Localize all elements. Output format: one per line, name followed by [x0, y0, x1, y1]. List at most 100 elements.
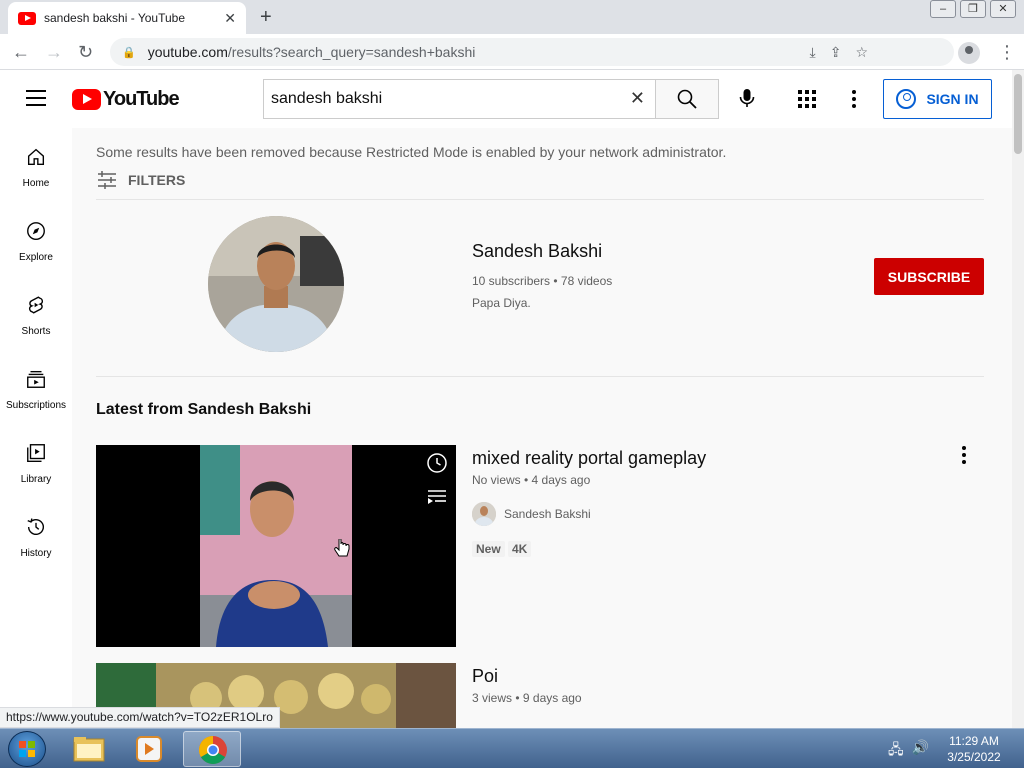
- sidebar-item-label: Shorts: [21, 326, 51, 337]
- filters-button[interactable]: FILTERS: [96, 170, 185, 190]
- chrome-icon: [199, 736, 227, 764]
- youtube-play-icon: [72, 89, 101, 110]
- windows-logo-icon: [19, 741, 35, 757]
- install-icon[interactable]: ⤓: [810, 44, 816, 61]
- youtube-logo[interactable]: YouTube: [72, 88, 180, 111]
- subscribe-button[interactable]: SUBSCRIBE: [874, 258, 984, 295]
- filter-sliders-icon: [98, 171, 116, 189]
- clock-time: 11:29 AM: [949, 734, 999, 748]
- search-icon: [677, 89, 697, 109]
- restore-button[interactable]: ❐: [960, 0, 986, 18]
- apps-grid-icon[interactable]: [798, 90, 816, 108]
- sidebar-item-history[interactable]: History: [0, 498, 72, 572]
- page-scrollbar[interactable]: [1012, 70, 1024, 728]
- browser-tabstrip: sandesh bakshi - YouTube ✕ + – ❐ ✕: [0, 0, 1024, 34]
- reload-icon[interactable]: ↻: [78, 42, 93, 63]
- taskbar-file-explorer[interactable]: [60, 731, 118, 767]
- address-bar[interactable]: 🔒 youtube.com /results?search_query=sand…: [110, 38, 954, 66]
- section-title: Latest from Sandesh Bakshi: [96, 401, 312, 418]
- search-input[interactable]: sandesh bakshi ✕: [263, 79, 656, 119]
- sign-in-label: SIGN IN: [926, 91, 979, 107]
- watch-later-icon[interactable]: [426, 452, 448, 474]
- browser-tab[interactable]: sandesh bakshi - YouTube ✕: [8, 2, 246, 34]
- network-icon[interactable]: 🖧: [888, 739, 904, 763]
- taskbar-clock[interactable]: 11:29 AM 3/25/2022: [940, 733, 1008, 765]
- hamburger-menu-icon[interactable]: [26, 90, 46, 106]
- video-meta: No views • 4 days ago: [472, 473, 591, 487]
- clock-date: 3/25/2022: [947, 750, 1001, 764]
- channel-stats: 10 subscribers • 78 videos: [472, 274, 613, 288]
- share-icon[interactable]: ⇪: [830, 44, 842, 61]
- restricted-mode-notice: Some results have been removed because R…: [96, 144, 727, 160]
- sidebar-item-label: Home: [22, 178, 50, 189]
- hand-cursor-icon: [334, 539, 350, 557]
- omnibox-actions: ⤓ ⇪ ☆: [810, 38, 869, 66]
- video-thumbnail-image: [96, 445, 456, 647]
- folder-icon: [73, 737, 105, 762]
- video-channel-name: Sandesh Bakshi: [504, 507, 591, 521]
- youtube-favicon-icon: [18, 11, 36, 25]
- media-player-icon: [136, 736, 162, 762]
- taskbar-chrome[interactable]: [183, 731, 241, 767]
- new-badge: New: [472, 541, 505, 557]
- channel-avatar-photo: [208, 216, 344, 352]
- search-button[interactable]: [655, 79, 719, 119]
- taskbar-media-player[interactable]: [120, 731, 178, 767]
- sidebar-item-label: Library: [20, 474, 52, 485]
- divider: [96, 199, 984, 200]
- start-button[interactable]: [8, 731, 46, 767]
- channel-description: Papa Diya.: [472, 296, 531, 310]
- sidebar-item-label: Explore: [19, 252, 53, 263]
- sign-in-button[interactable]: SIGN IN: [883, 79, 992, 119]
- video-action-menu-icon[interactable]: [962, 446, 966, 467]
- video-channel[interactable]: Sandesh Bakshi: [472, 502, 591, 526]
- guide-sidebar: Home Explore Shorts Subscriptions Librar…: [0, 128, 72, 728]
- browser-toolbar: ← → ↻ 🔒 youtube.com /results?search_quer…: [0, 34, 1024, 70]
- user-circle-icon: [896, 89, 917, 109]
- video-title[interactable]: Poi: [472, 666, 498, 687]
- channel-avatar[interactable]: [208, 216, 344, 352]
- profile-avatar-icon[interactable]: [958, 42, 980, 64]
- url-host: youtube.com: [147, 44, 228, 60]
- bookmark-star-icon[interactable]: ☆: [855, 44, 868, 61]
- sidebar-item-subscriptions[interactable]: Subscriptions: [0, 350, 72, 424]
- divider: [96, 376, 984, 377]
- video-title[interactable]: mixed reality portal gameplay: [472, 448, 706, 469]
- windows-taskbar: 🖧 🔊 11:29 AM 3/25/2022: [0, 728, 1024, 768]
- clear-search-icon[interactable]: ✕: [630, 88, 645, 109]
- settings-more-icon[interactable]: [852, 90, 856, 111]
- sidebar-item-label: History: [20, 548, 52, 559]
- minimize-button[interactable]: –: [930, 0, 956, 18]
- new-tab-button[interactable]: +: [260, 6, 272, 29]
- sidebar-item-shorts[interactable]: Shorts: [0, 276, 72, 350]
- volume-icon[interactable]: 🔊: [912, 739, 929, 763]
- youtube-header: YouTube sandesh bakshi ✕ SIGN IN: [0, 70, 1012, 128]
- sidebar-item-home[interactable]: Home: [0, 128, 72, 202]
- search-value: sandesh bakshi: [271, 90, 383, 107]
- microphone-icon[interactable]: [735, 86, 759, 110]
- forward-arrow-icon[interactable]: →: [45, 42, 63, 63]
- compass-icon: [27, 222, 45, 240]
- video-meta: 3 views • 9 days ago: [472, 691, 582, 705]
- window-controls: – ❐ ✕: [926, 0, 1016, 18]
- close-window-button[interactable]: ✕: [990, 0, 1016, 18]
- browser-menu-icon[interactable]: ⋮: [998, 42, 1016, 63]
- tab-title: sandesh bakshi - YouTube: [44, 11, 185, 25]
- sidebar-item-label: Subscriptions: [5, 400, 67, 411]
- shorts-icon: [28, 296, 44, 314]
- filters-label: FILTERS: [128, 172, 186, 188]
- tab-close-icon[interactable]: ✕: [224, 10, 236, 27]
- lock-icon: 🔒: [122, 46, 136, 59]
- video-thumbnail[interactable]: [96, 445, 456, 647]
- link-status-bar: https://www.youtube.com/watch?v=TO2zER1O…: [0, 707, 280, 728]
- add-to-queue-icon[interactable]: [426, 487, 448, 505]
- subscriptions-icon: [27, 370, 45, 388]
- library-icon: [27, 444, 45, 462]
- back-arrow-icon[interactable]: ←: [12, 42, 30, 63]
- home-icon: [27, 148, 45, 166]
- sidebar-item-explore[interactable]: Explore: [0, 202, 72, 276]
- scrollbar-thumb[interactable]: [1014, 74, 1022, 154]
- history-icon: [27, 518, 44, 536]
- sidebar-item-library[interactable]: Library: [0, 424, 72, 498]
- channel-name[interactable]: Sandesh Bakshi: [472, 241, 602, 262]
